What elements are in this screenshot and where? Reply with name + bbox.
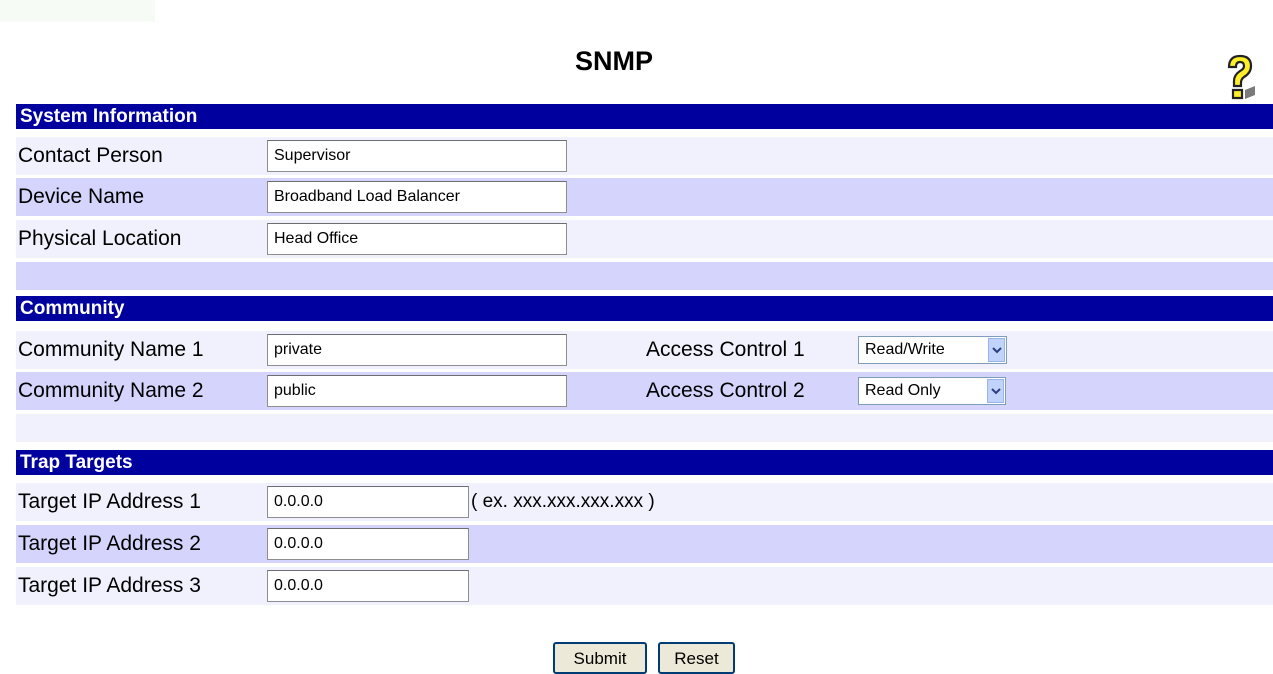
contact-person-label: Contact Person [18, 144, 163, 167]
device-name-input[interactable] [267, 181, 567, 213]
community-name-2-input[interactable] [267, 375, 567, 407]
section-header-system-information: System Information [16, 104, 1273, 129]
section-header-trap-targets: Trap Targets [16, 450, 1273, 475]
access-control-2-value: Read Only [865, 382, 941, 399]
physical-location-row: Physical Location [16, 220, 1273, 258]
access-control-2-label: Access Control 2 [646, 379, 805, 402]
physical-location-input[interactable] [267, 223, 567, 255]
page-title: SNMP [574, 46, 653, 76]
target-ip-2-row: Target IP Address 2 [16, 525, 1273, 563]
chevron-down-icon[interactable] [988, 338, 1005, 362]
target-ip-2-input[interactable] [267, 528, 469, 560]
community-name-2-label: Community Name 2 [18, 379, 204, 402]
target-ip-1-row: Target IP Address 1 ( ex. xxx.xxx.xxx.xx… [16, 483, 1273, 521]
community-name-1-label: Community Name 1 [18, 338, 204, 361]
spacer-row [16, 414, 1273, 442]
spacer-row [16, 262, 1273, 290]
contact-person-input[interactable] [267, 140, 567, 172]
access-control-1-label: Access Control 1 [646, 338, 805, 361]
section-header-community: Community [16, 296, 1273, 321]
chevron-down-icon[interactable] [987, 379, 1004, 403]
access-control-1-value: Read/Write [865, 341, 945, 358]
community-row-1: Community Name 1 Access Control 1 Read/W… [16, 331, 1273, 369]
target-ip-1-label: Target IP Address 1 [18, 490, 201, 513]
target-ip-3-row: Target IP Address 3 [16, 567, 1273, 605]
target-ip-3-input[interactable] [267, 570, 469, 602]
help-question-icon[interactable] [1222, 52, 1258, 102]
target-ip-1-input[interactable] [267, 486, 469, 518]
access-control-2-select[interactable]: Read Only [858, 377, 1006, 405]
access-control-1-select[interactable]: Read/Write [858, 336, 1007, 364]
device-name-label: Device Name [18, 185, 145, 208]
community-name-1-input[interactable] [267, 334, 567, 366]
device-name-row: Device Name [16, 178, 1273, 216]
contact-person-row: Contact Person [16, 137, 1273, 175]
target-ip-3-label: Target IP Address 3 [18, 574, 201, 597]
community-row-2: Community Name 2 Access Control 2 Read O… [16, 372, 1273, 410]
reset-button[interactable]: Reset [658, 642, 735, 674]
submit-button[interactable]: Submit [553, 642, 647, 674]
ip-format-hint: ( ex. xxx.xxx.xxx.xxx ) [471, 491, 655, 512]
top-strip [0, 0, 155, 22]
target-ip-2-label: Target IP Address 2 [18, 532, 201, 555]
physical-location-label: Physical Location [18, 227, 182, 250]
